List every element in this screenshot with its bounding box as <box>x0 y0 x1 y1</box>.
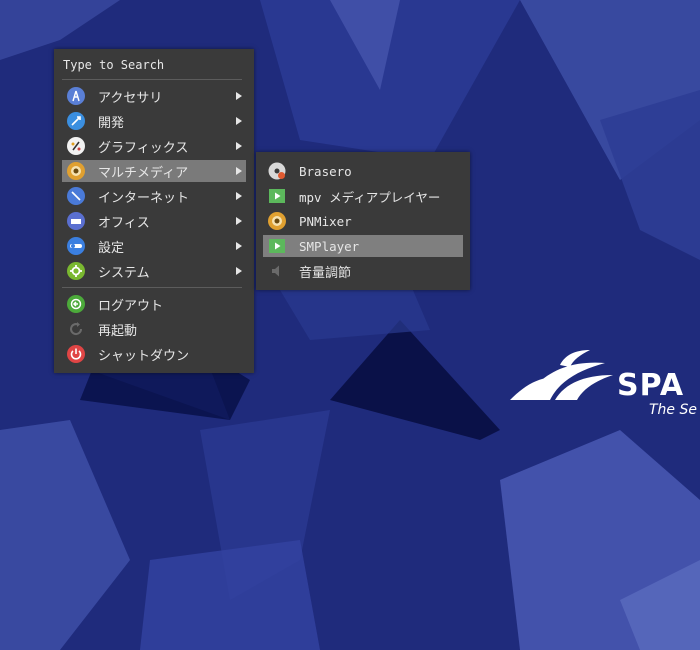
mpv-icon <box>268 187 286 205</box>
menu-item-label: マルチメディア <box>98 165 189 181</box>
submenu-item-label: PNMixer <box>299 213 352 229</box>
logo-swirl-icon <box>510 350 613 400</box>
development-icon <box>67 112 85 130</box>
logo-text: SPA <box>617 368 685 403</box>
shutdown-icon <box>67 345 85 363</box>
multimedia-icon <box>67 162 85 180</box>
accessories-icon <box>67 87 85 105</box>
submenu-item-brasero[interactable]: Brasero <box>263 160 463 182</box>
submenu-arrow-icon <box>236 142 242 150</box>
submenu-arrow-icon <box>236 267 242 275</box>
system-icon <box>67 262 85 280</box>
multimedia-submenu: Brasero mpv メディアプレイヤー PNMixer SMPlayer 音… <box>256 152 470 290</box>
submenu-item-pnmixer[interactable]: PNMixer <box>263 210 463 232</box>
menu-separator <box>62 79 242 80</box>
menu-item-internet[interactable]: インターネット <box>62 185 246 207</box>
menu-item-settings[interactable]: 設定 <box>62 235 246 257</box>
submenu-arrow-icon <box>236 192 242 200</box>
restart-icon <box>67 320 85 338</box>
submenu-item-smplayer[interactable]: SMPlayer <box>263 235 463 257</box>
submenu-item-label: Brasero <box>299 163 352 179</box>
pnmixer-icon <box>268 212 286 230</box>
menu-item-label: オフィス <box>98 215 150 231</box>
logo-tagline: The Se <box>649 402 697 418</box>
menu-action-label: ログアウト <box>98 298 164 314</box>
submenu-item-label: mpv メディアプレイヤー <box>299 189 441 205</box>
menu-item-label: 開発 <box>98 115 125 131</box>
smplayer-icon <box>268 237 286 255</box>
logout-button[interactable]: ログアウト <box>62 293 246 315</box>
menu-item-system[interactable]: システム <box>62 260 246 282</box>
menu-separator <box>62 287 242 288</box>
brasero-icon <box>268 162 286 180</box>
menu-item-accessories[interactable]: アクセサリ <box>62 85 246 107</box>
menu-item-label: システム <box>98 265 150 281</box>
menu-action-label: 再起動 <box>98 323 138 339</box>
menu-item-graphics[interactable]: グラフィックス <box>62 135 246 157</box>
restart-button[interactable]: 再起動 <box>62 318 246 340</box>
office-icon <box>67 212 85 230</box>
submenu-item-label: SMPlayer <box>299 238 360 254</box>
volume-icon <box>268 262 286 280</box>
submenu-arrow-icon <box>236 92 242 100</box>
submenu-arrow-icon <box>236 242 242 250</box>
menu-item-office[interactable]: オフィス <box>62 210 246 232</box>
menu-item-multimedia[interactable]: マルチメディア <box>62 160 246 182</box>
submenu-item-label: 音量調節 <box>299 265 352 281</box>
application-menu: Type to Search アクセサリ 開発 グラフィックス マルチメディア <box>54 49 254 373</box>
submenu-arrow-icon <box>236 217 242 225</box>
search-input[interactable]: Type to Search <box>63 56 245 74</box>
menu-item-development[interactable]: 開発 <box>62 110 246 132</box>
menu-item-label: グラフィックス <box>98 140 189 156</box>
logout-icon <box>67 295 85 313</box>
desktop-logo: SPA The Se <box>505 340 700 430</box>
menu-item-label: アクセサリ <box>98 90 163 106</box>
submenu-arrow-icon <box>236 167 242 175</box>
submenu-item-volume-control[interactable]: 音量調節 <box>263 260 463 282</box>
menu-action-label: シャットダウン <box>98 348 190 364</box>
menu-item-label: 設定 <box>98 240 125 256</box>
shutdown-button[interactable]: シャットダウン <box>62 343 246 365</box>
graphics-icon <box>67 137 85 155</box>
menu-item-label: インターネット <box>98 190 190 206</box>
internet-icon <box>67 187 85 205</box>
submenu-arrow-icon <box>236 117 242 125</box>
settings-icon <box>67 237 85 255</box>
submenu-item-mpv[interactable]: mpv メディアプレイヤー <box>263 185 463 207</box>
